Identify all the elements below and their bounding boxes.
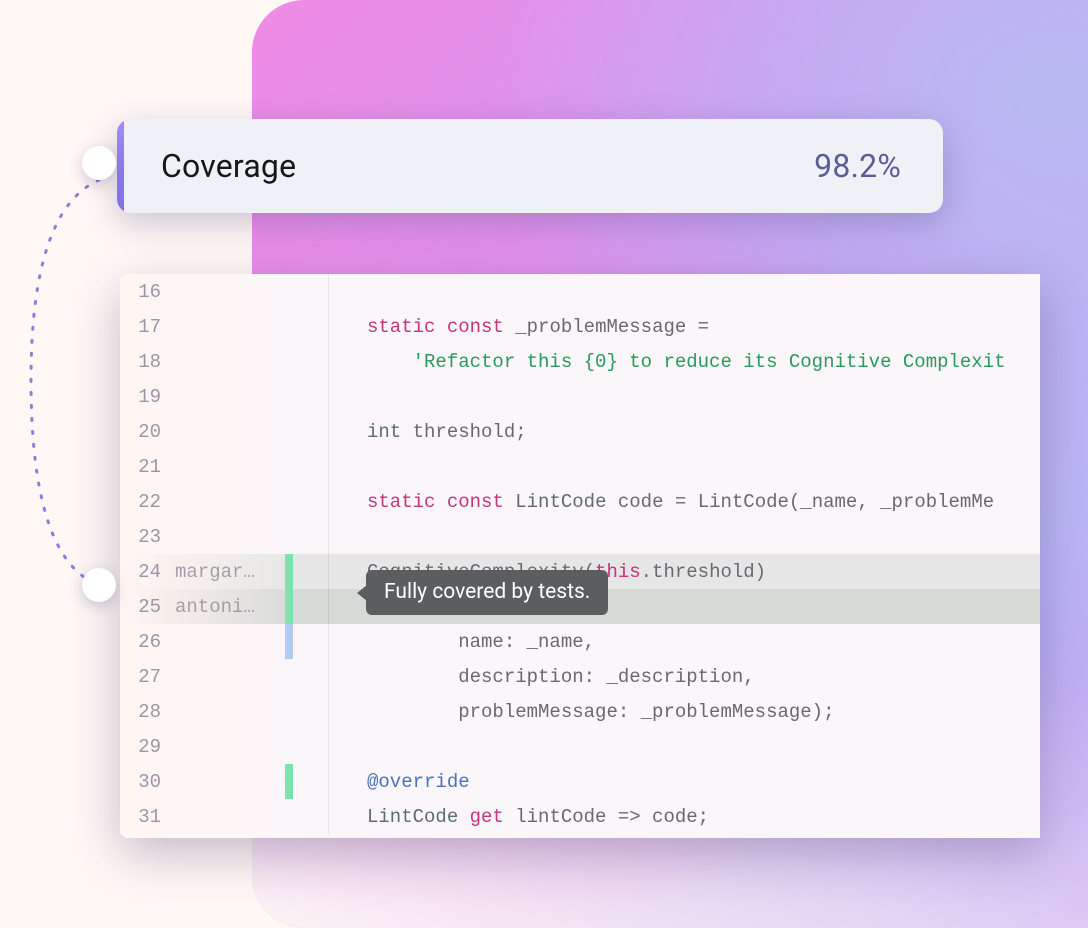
code-line[interactable]: 19: [120, 379, 1040, 414]
coverage-gutter[interactable]: [285, 729, 329, 764]
coverage-card[interactable]: Coverage 98.2%: [117, 119, 943, 213]
coverage-gutter[interactable]: [285, 414, 329, 449]
connector-dot-top: [82, 146, 116, 180]
coverage-gutter[interactable]: [285, 274, 329, 309]
code-content: LintCode get lintCode => code;: [329, 806, 709, 828]
coverage-gutter[interactable]: [285, 589, 329, 624]
coverage-gutter[interactable]: [285, 659, 329, 694]
coverage-gutter[interactable]: [285, 799, 329, 834]
code-line[interactable]: 27 description: _description,: [120, 659, 1040, 694]
coverage-gutter[interactable]: [285, 764, 329, 799]
code-lines: 16 17 static const _problemMessage = 18 'Re…: [120, 274, 1040, 834]
coverage-gutter[interactable]: [285, 554, 329, 589]
line-number: 24: [120, 561, 175, 583]
line-number: 30: [120, 771, 175, 793]
coverage-marker: [285, 589, 293, 624]
code-line[interactable]: 26 name: _name,: [120, 624, 1040, 659]
code-line[interactable]: 18 'Refactor this {0} to reduce its Cogn…: [120, 344, 1040, 379]
coverage-title: Coverage: [161, 147, 296, 185]
coverage-gutter[interactable]: [285, 379, 329, 414]
coverage-marker: [285, 624, 293, 659]
code-content: description: _description,: [329, 666, 755, 688]
line-number: 26: [120, 631, 175, 653]
blame-author: margar…: [175, 561, 285, 583]
coverage-gutter[interactable]: [285, 519, 329, 554]
line-number: 31: [120, 806, 175, 828]
code-line[interactable]: 30 @override: [120, 764, 1040, 799]
coverage-marker: [285, 554, 293, 589]
code-content: name: _name,: [329, 631, 595, 653]
code-line[interactable]: 29: [120, 729, 1040, 764]
code-line[interactable]: 17 static const _problemMessage =: [120, 309, 1040, 344]
line-number: 29: [120, 736, 175, 758]
code-content: static const _problemMessage =: [329, 316, 709, 338]
line-number: 27: [120, 666, 175, 688]
line-number: 18: [120, 351, 175, 373]
coverage-tooltip: Fully covered by tests.: [366, 570, 608, 615]
coverage-tooltip-text: Fully covered by tests.: [384, 580, 590, 604]
code-line[interactable]: 23: [120, 519, 1040, 554]
coverage-gutter[interactable]: [285, 694, 329, 729]
line-number: 25: [120, 596, 175, 618]
line-number: 20: [120, 421, 175, 443]
code-line[interactable]: 31 LintCode get lintCode => code;: [120, 799, 1040, 834]
line-number: 17: [120, 316, 175, 338]
coverage-gutter[interactable]: [285, 624, 329, 659]
line-number: 22: [120, 491, 175, 513]
coverage-value: 98.2%: [814, 147, 901, 185]
code-line[interactable]: 22 static const LintCode code = LintCode(…: [120, 484, 1040, 519]
code-line[interactable]: 20 int threshold;: [120, 414, 1040, 449]
coverage-gutter[interactable]: [285, 344, 329, 379]
line-number: 19: [120, 386, 175, 408]
blame-author: antoni…: [175, 596, 285, 618]
code-line[interactable]: 21: [120, 449, 1040, 484]
code-content: int threshold;: [329, 421, 527, 443]
code-line[interactable]: 28 problemMessage: _problemMessage);: [120, 694, 1040, 729]
line-number: 21: [120, 456, 175, 478]
coverage-gutter[interactable]: [285, 309, 329, 344]
line-number: 23: [120, 526, 175, 548]
code-content: 'Refactor this {0} to reduce its Cogniti…: [329, 351, 1006, 373]
code-panel[interactable]: 16 17 static const _problemMessage = 18 'Re…: [120, 274, 1040, 838]
line-number: 28: [120, 701, 175, 723]
code-line[interactable]: 16: [120, 274, 1040, 309]
code-content: problemMessage: _problemMessage);: [329, 701, 834, 723]
coverage-marker: [285, 764, 293, 799]
line-number: 16: [120, 281, 175, 303]
coverage-gutter[interactable]: [285, 484, 329, 519]
code-content: @override: [329, 771, 470, 793]
connector-dot-bottom: [82, 568, 116, 602]
code-content: static const LintCode code = LintCode(_n…: [329, 491, 994, 513]
coverage-gutter[interactable]: [285, 449, 329, 484]
